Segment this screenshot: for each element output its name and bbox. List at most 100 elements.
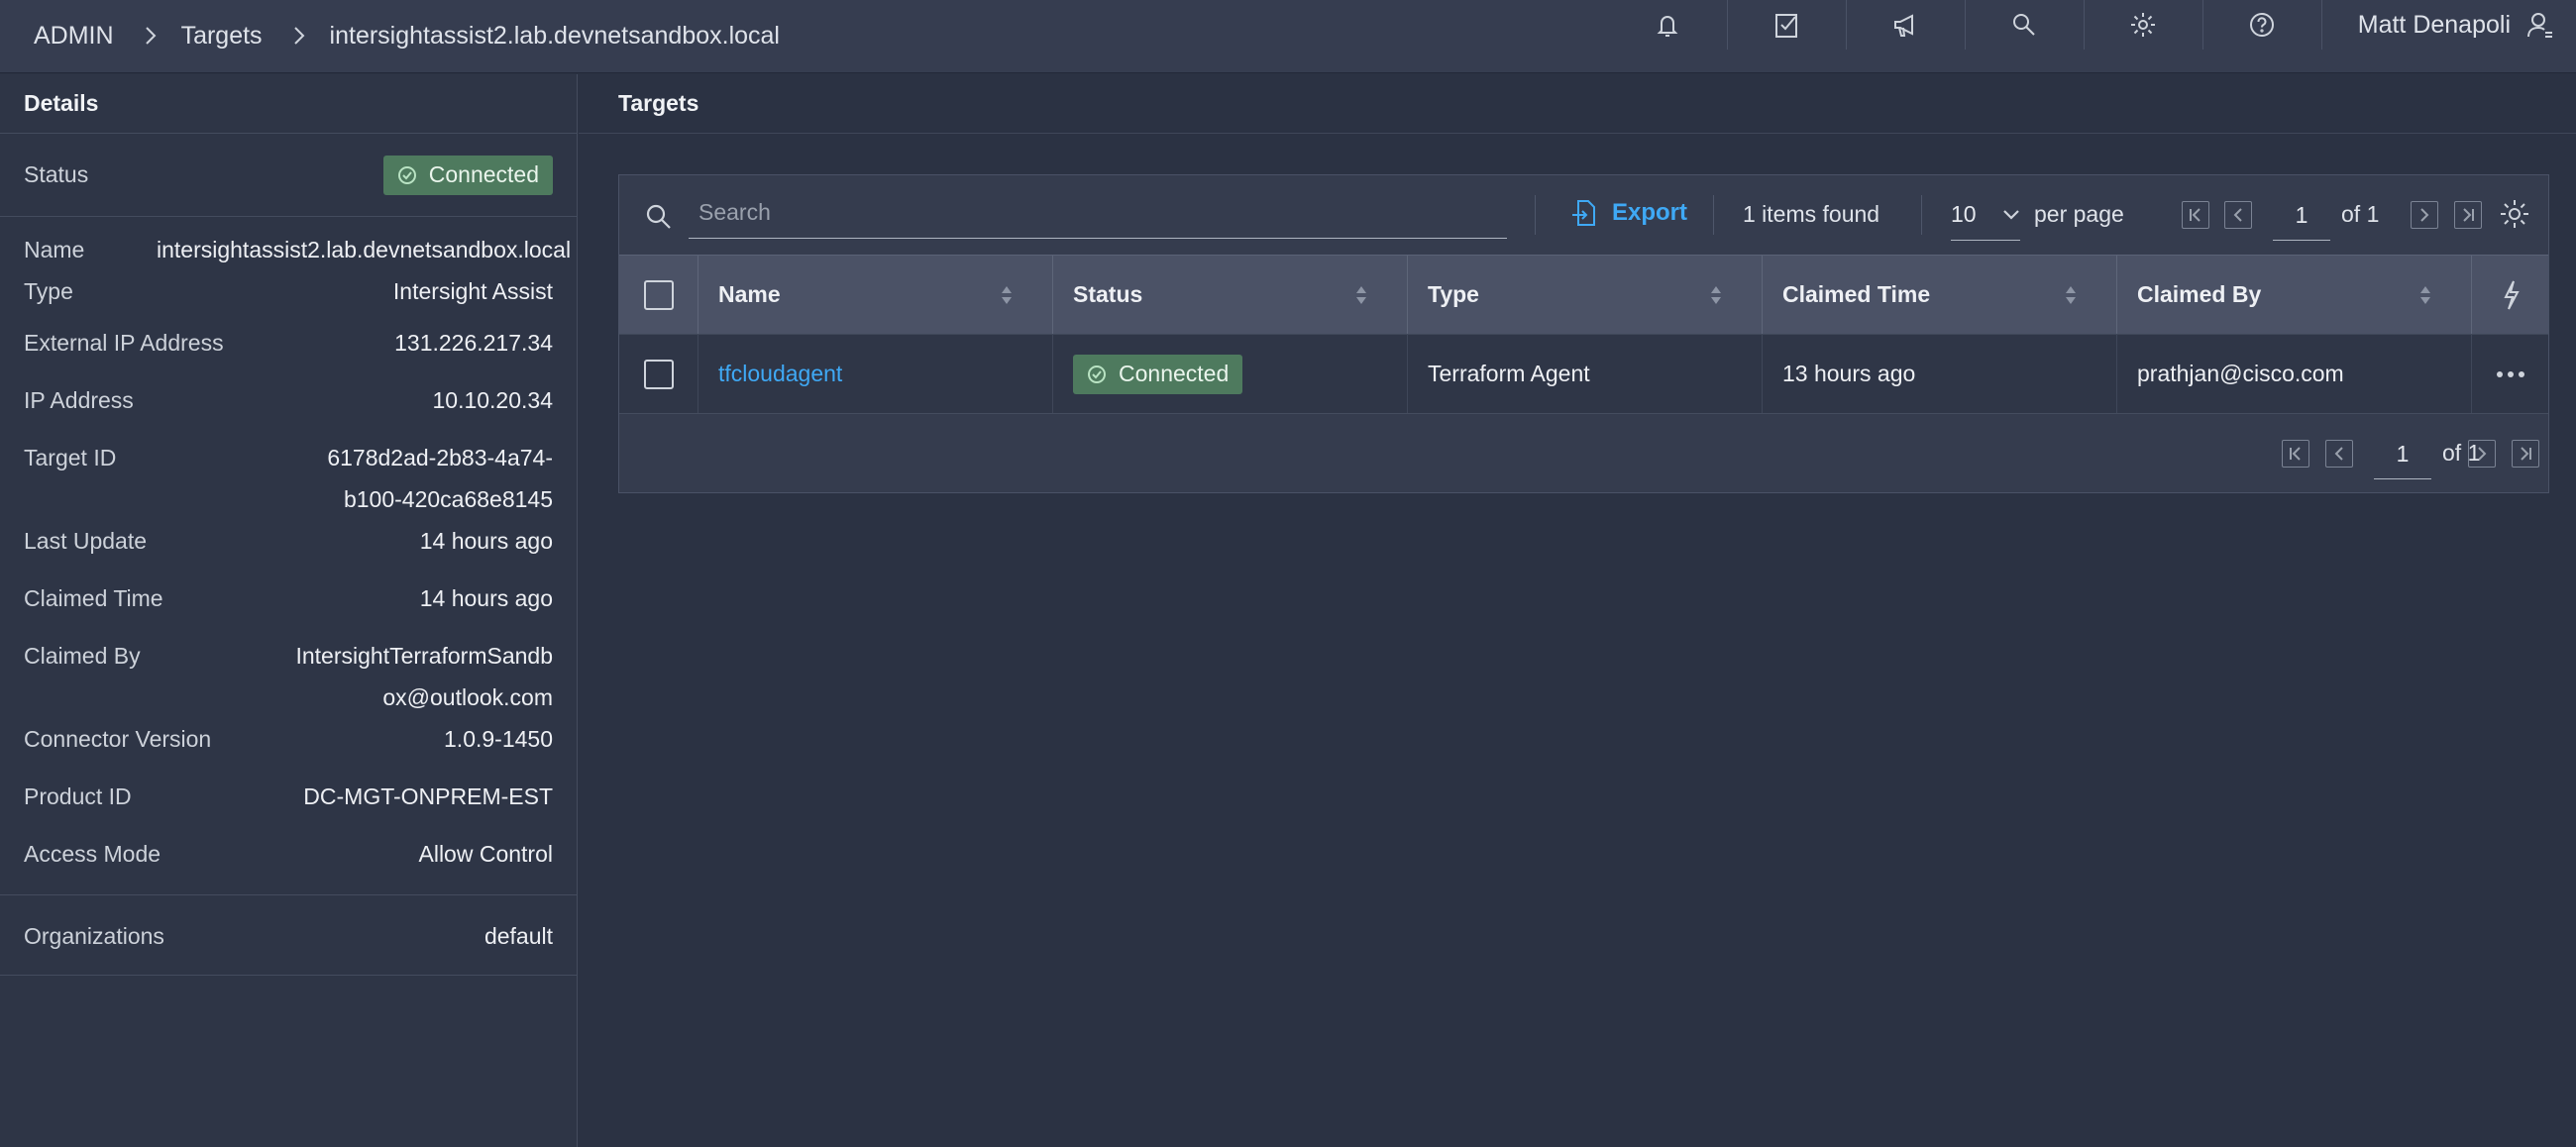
details-fields: Name intersightassist2.lab.devnetsandbox… [0, 217, 577, 976]
detail-row-ip: IP Address 10.10.20.34 [24, 379, 553, 421]
table-settings-gear-icon[interactable] [2498, 197, 2533, 233]
detail-label: Claimed By [24, 643, 141, 669]
megaphone-icon[interactable] [1845, 0, 1965, 50]
detail-row-type: Type Intersight Assist [24, 270, 553, 312]
detail-label: Type [24, 278, 73, 304]
search-icon[interactable] [1964, 0, 2084, 50]
lightning-icon [2503, 280, 2520, 309]
targets-table: Export 1 items found 10 per page 1 of 1 [618, 174, 2549, 493]
detail-value: intersightassist2.lab.devnetsandbox.loca… [157, 237, 572, 262]
row-claimed-by: prathjan@cisco.com [2117, 335, 2472, 413]
divider [1921, 195, 1922, 235]
page-of: of 1 [2341, 201, 2380, 227]
row-status-cell: Connected [1053, 335, 1408, 413]
top-icons: Matt Denapoli [1608, 0, 2576, 50]
detail-row-external-ip: External IP Address 131.226.217.34 [24, 322, 553, 364]
bulk-actions-cell[interactable] [2472, 256, 2548, 334]
detail-row-claimed-time: Claimed Time 14 hours ago [24, 577, 553, 619]
detail-value: DC-MGT-ONPREM-EST [303, 783, 553, 809]
user-icon [2527, 13, 2552, 38]
divider [0, 894, 577, 895]
export-icon [1572, 200, 1595, 226]
last-page-button[interactable] [2512, 440, 2539, 468]
targets-title: Targets [579, 74, 2576, 134]
status-row: Status Connected [0, 134, 577, 217]
detail-value: 14 hours ago [419, 585, 553, 611]
sort-icon [2419, 283, 2431, 307]
column-label: Claimed By [2137, 281, 2262, 307]
sort-icon [1710, 283, 1722, 307]
divider [1713, 195, 1714, 235]
detail-value: 131.226.217.34 [394, 330, 553, 356]
table-row: tfcloudagent Connected Terraform Agent 1… [619, 334, 2548, 413]
details-panel: Details Status Connected Name intersight… [0, 74, 578, 1147]
status-label: Status [24, 161, 89, 187]
detail-row-target-id: Target ID 6178d2ad-2b83-4a74-b100-420ca6… [24, 437, 553, 520]
detail-row-access-mode: Access Mode Allow Control [24, 833, 553, 875]
more-actions-icon[interactable] [2496, 370, 2524, 377]
row-checkbox[interactable] [643, 359, 674, 389]
divider [0, 975, 577, 976]
detail-label: Organizations [24, 923, 164, 949]
select-all-checkbox[interactable] [643, 279, 674, 310]
check-circle-icon [397, 165, 416, 184]
row-name-link[interactable]: tfcloudagent [698, 335, 1053, 413]
detail-value: 14 hours ago [419, 528, 553, 554]
detail-value: Intersight Assist [392, 278, 553, 304]
next-page-button[interactable] [2468, 440, 2496, 468]
sort-icon [1355, 283, 1367, 307]
column-label: Name [718, 281, 781, 307]
export-label: Export [1612, 199, 1688, 226]
detail-label: Claimed Time [24, 585, 163, 611]
divider [1535, 195, 1536, 235]
detail-label: Product ID [24, 783, 132, 809]
search-icon [643, 201, 675, 233]
detail-label: Connector Version [24, 726, 212, 752]
table-footer: 1 of 1 [619, 413, 2548, 492]
breadcrumb-admin[interactable]: ADMIN [34, 22, 114, 51]
last-page-button[interactable] [2454, 201, 2482, 229]
prev-page-button[interactable] [2325, 440, 2353, 468]
export-button[interactable]: Export [1570, 197, 1687, 229]
detail-label: Last Update [24, 528, 148, 554]
check-circle-icon [1088, 365, 1106, 383]
page-input[interactable]: 1 [2273, 189, 2330, 241]
select-all-cell [619, 256, 698, 334]
sort-icon [1001, 283, 1013, 307]
per-page-value: 10 [1951, 201, 1977, 227]
breadcrumb-targets[interactable]: Targets [181, 22, 263, 51]
column-label: Type [1428, 281, 1479, 307]
search-input[interactable] [689, 187, 1507, 239]
detail-row-connector-version: Connector Version 1.0.9-1450 [24, 718, 553, 760]
detail-label: Name [24, 237, 85, 262]
sort-icon [2065, 283, 2077, 307]
detail-label: Access Mode [24, 841, 161, 867]
status-badge: Connected [382, 155, 553, 195]
row-claimed-time: 13 hours ago [1763, 335, 2117, 413]
first-page-button[interactable] [2182, 201, 2209, 229]
page-input[interactable]: 1 [2374, 428, 2431, 479]
gear-icon[interactable] [2083, 0, 2202, 50]
table-toolbar: Export 1 items found 10 per page 1 of 1 [619, 175, 2548, 255]
bell-icon[interactable] [1608, 0, 1727, 50]
chevron-right-icon [144, 23, 160, 51]
row-select-cell [619, 335, 698, 413]
table-header: Name Status Type Claimed Time Claimed By [619, 255, 2548, 334]
detail-label: Target ID [24, 445, 117, 470]
next-page-button[interactable] [2411, 201, 2438, 229]
first-page-button[interactable] [2282, 440, 2309, 468]
column-header-type[interactable]: Type [1408, 256, 1763, 334]
help-icon[interactable] [2201, 0, 2321, 50]
per-page-select[interactable]: 10 [1951, 189, 2020, 241]
column-header-status[interactable]: Status [1053, 256, 1408, 334]
column-header-name[interactable]: Name [698, 256, 1053, 334]
checklist-icon[interactable] [1726, 0, 1846, 50]
prev-page-button[interactable] [2224, 201, 2252, 229]
user-menu[interactable]: Matt Denapoli [2320, 0, 2576, 50]
detail-value: 10.10.20.34 [432, 387, 553, 413]
detail-row-organizations: Organizations default [24, 915, 553, 957]
detail-label: External IP Address [24, 330, 224, 356]
detail-row-product-id: Product ID DC-MGT-ONPREM-EST [24, 776, 553, 817]
column-header-claimed-time[interactable]: Claimed Time [1763, 256, 2117, 334]
column-header-claimed-by[interactable]: Claimed By [2117, 256, 2472, 334]
